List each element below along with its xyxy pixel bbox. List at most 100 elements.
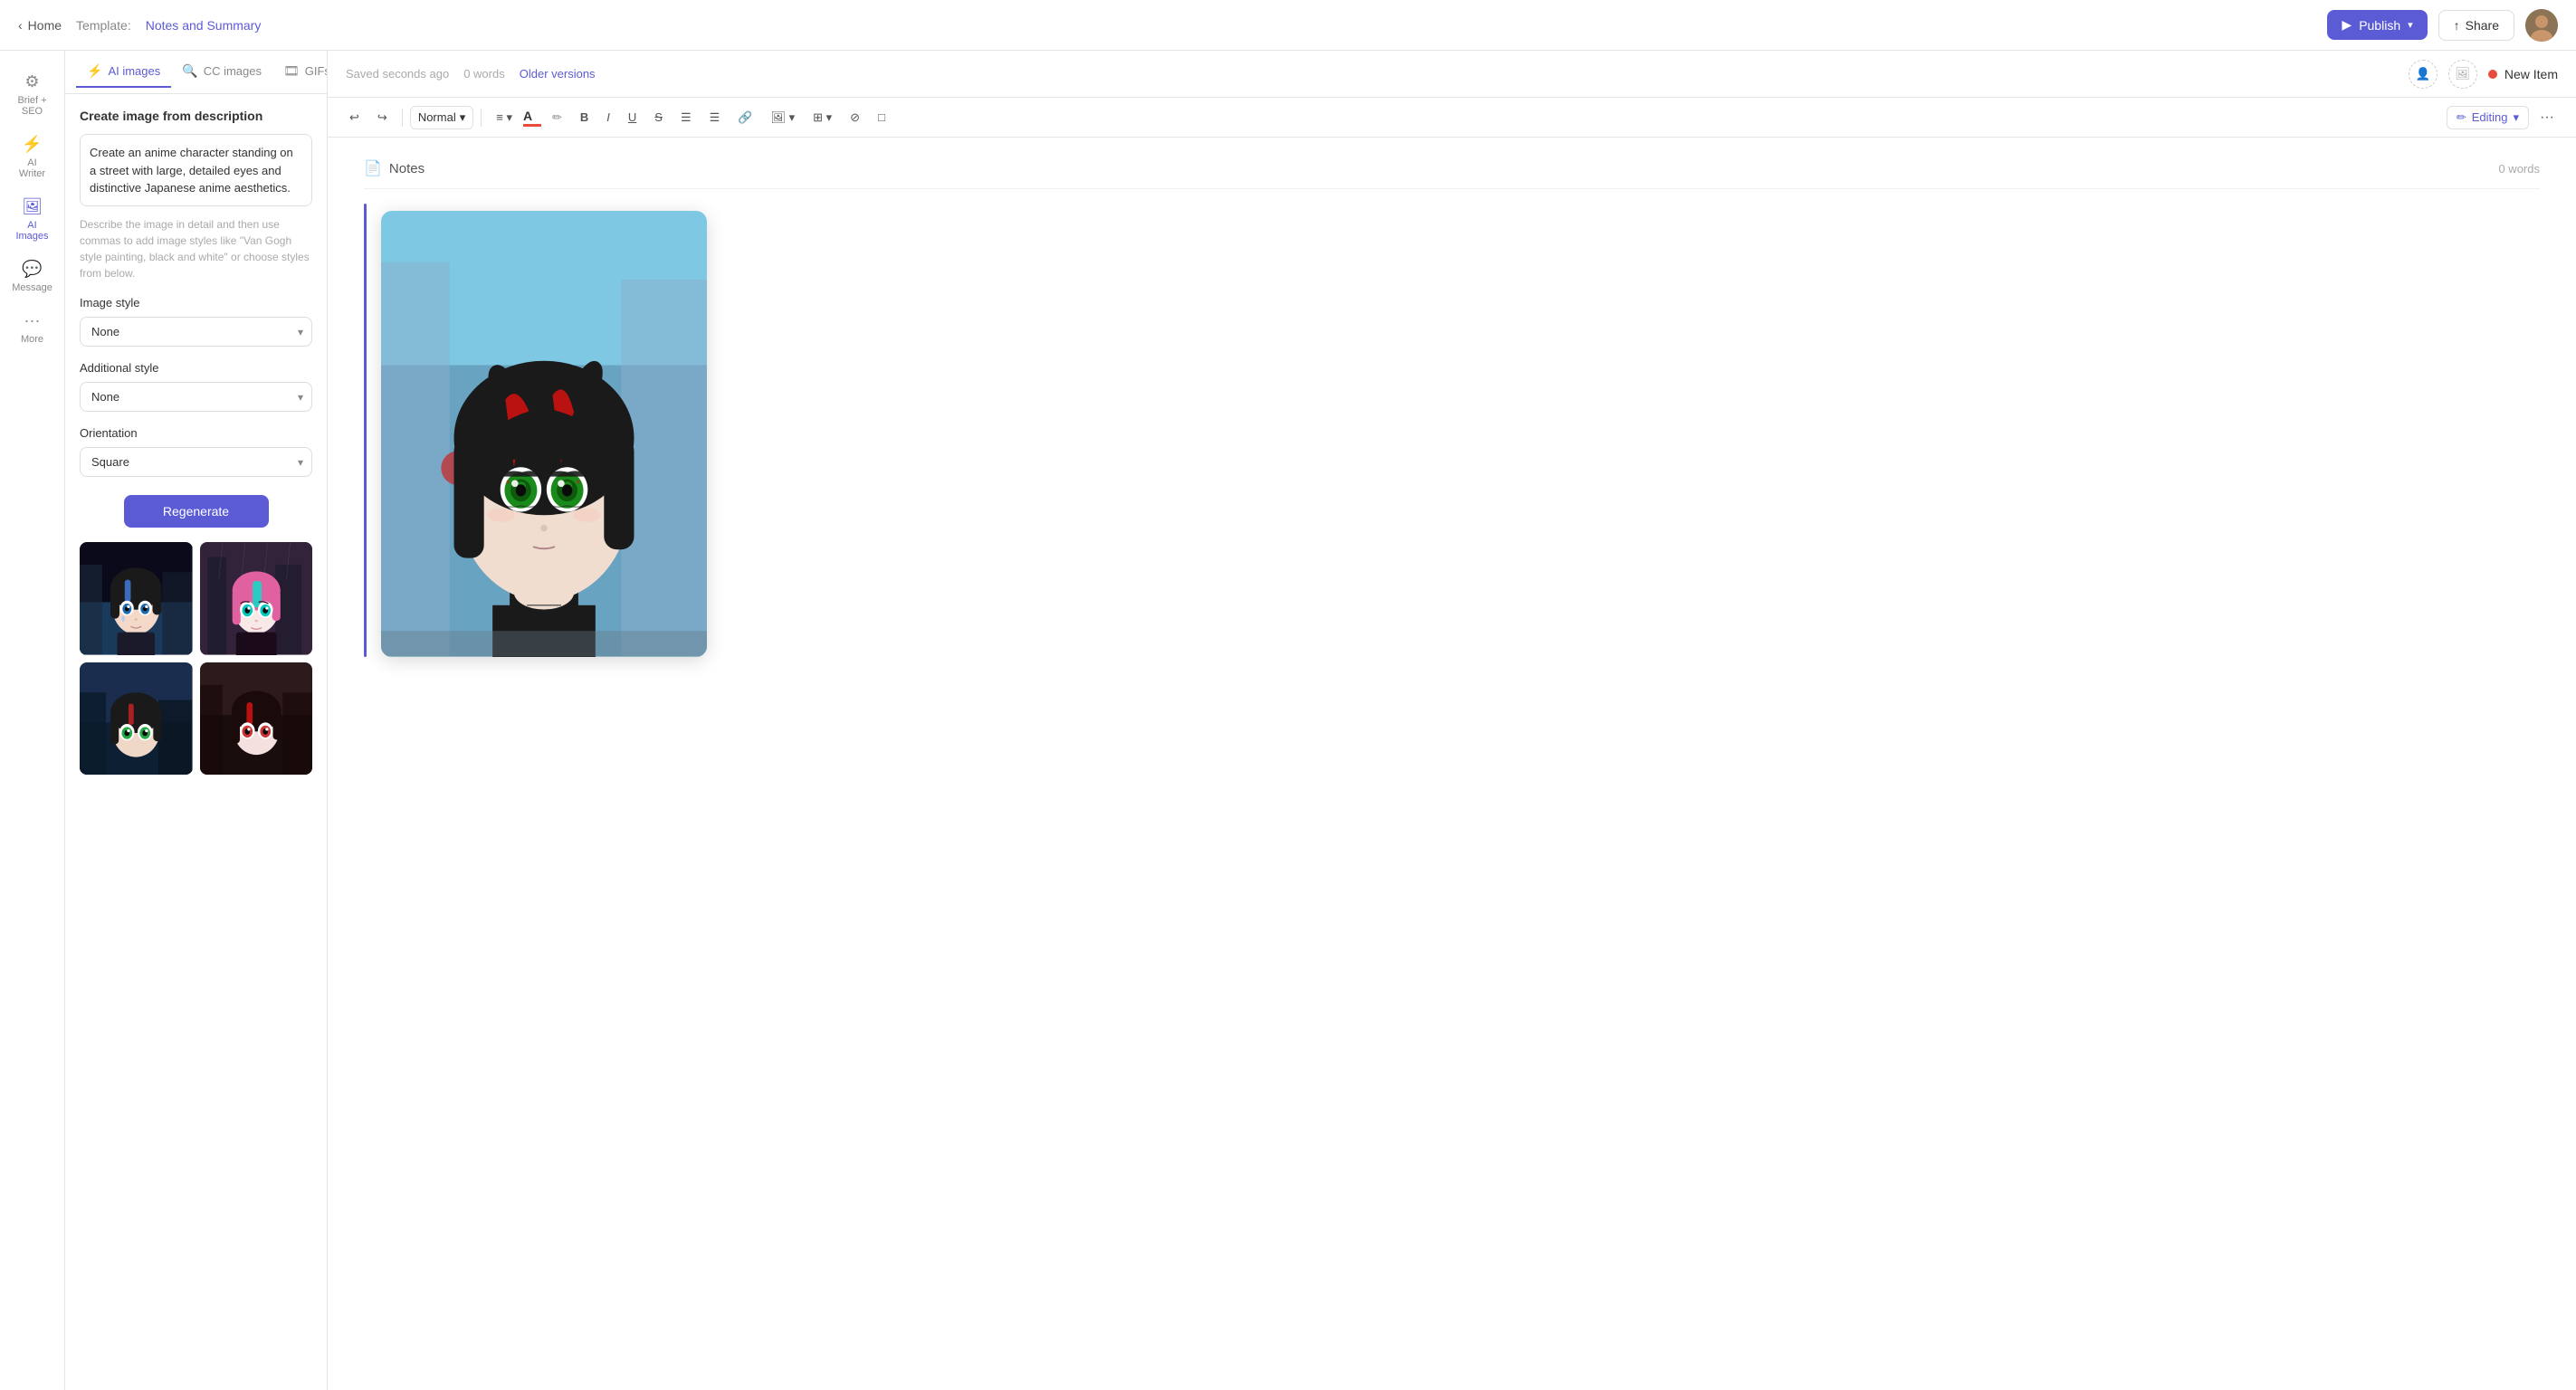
undo-button[interactable]: ↩ — [342, 107, 367, 129]
image-insert-button[interactable]: 🖼 ▾ — [763, 107, 802, 129]
orientation-selector[interactable]: Square Landscape Portrait ▾ — [80, 447, 312, 477]
tab-gifs[interactable]: 🎞 GIFs — [272, 56, 328, 88]
publish-icon: ▶ — [2342, 17, 2352, 33]
brief-seo-icon: ⚙ — [24, 72, 39, 91]
text-color-icon: A — [523, 109, 532, 123]
save-status: Saved seconds ago — [346, 67, 449, 81]
orientation-label: Orientation — [80, 426, 312, 440]
lightning-icon: ⚡ — [87, 63, 102, 79]
anime-image[interactable] — [381, 211, 707, 657]
editing-mode-selector[interactable]: ✏ Editing ▾ — [2447, 106, 2529, 129]
new-item-button[interactable]: New Item — [2488, 67, 2558, 81]
divider-2 — [481, 109, 482, 127]
share-button[interactable]: ↑ Share — [2438, 10, 2514, 41]
thumbnail-3[interactable] — [80, 662, 193, 776]
highlight-button[interactable]: ✏ — [545, 107, 569, 129]
underline-button[interactable]: U — [621, 107, 644, 128]
new-item-dot — [2488, 70, 2497, 79]
tab-cc-images[interactable]: 🔍 CC images — [171, 56, 272, 88]
image-action-button[interactable]: 🖼 — [2448, 60, 2477, 89]
extra-button[interactable]: □ — [871, 107, 892, 128]
editor-topbar: Saved seconds ago 0 words Older versions… — [328, 51, 2576, 98]
image-style-label: Image style — [80, 296, 312, 309]
clear-format-button[interactable]: ⊘ — [843, 107, 867, 129]
sidebar-item-more[interactable]: ··· More — [4, 304, 62, 352]
editor-area: Saved seconds ago 0 words Older versions… — [328, 51, 2576, 1390]
prompt-input[interactable]: Create an anime character standing on a … — [80, 134, 312, 206]
sidebar-label-more: More — [21, 334, 43, 345]
image-style-select[interactable]: None Realistic Cartoon Anime Oil Paintin… — [80, 317, 312, 347]
pencil-icon: ✏ — [2457, 110, 2466, 125]
doc-title: Notes — [389, 161, 425, 176]
home-link[interactable]: ‹ Home — [18, 18, 62, 33]
editor-content[interactable]: 📄 Notes 0 words — [328, 138, 2576, 1390]
content-area — [364, 204, 2540, 657]
sidebar-label-ai-images: AI Images — [14, 220, 51, 242]
share-label: Share — [2466, 18, 2499, 33]
thumbnail-4[interactable] — [200, 662, 313, 776]
more-options-button[interactable]: ··· — [2533, 106, 2562, 129]
publish-button[interactable]: ▶ Publish ▾ — [2327, 10, 2427, 40]
additional-style-label: Additional style — [80, 361, 312, 375]
numbered-list-button[interactable]: ☰ — [702, 107, 728, 129]
thumbnail-1[interactable] — [80, 542, 193, 655]
top-bar-left: ‹ Home Template: Notes and Summary — [18, 18, 261, 33]
doc-title-bar: 📄 Notes 0 words — [364, 159, 2540, 189]
format-toolbar: ↩ ↪ Normal ▾ ≡ ▾ A ✏ B I U S ☰ ☰ 🔗 🖼 ▾ ⊞… — [328, 98, 2576, 138]
message-icon: 💬 — [22, 260, 42, 279]
link-button[interactable]: 🔗 — [730, 107, 759, 129]
bullet-list-button[interactable]: ☰ — [673, 107, 699, 129]
style-selector-value: Normal — [418, 110, 456, 124]
tab-gifs-label: GIFs — [305, 64, 328, 78]
sidebar-item-ai-images[interactable]: 🖼 AI Images — [4, 190, 62, 249]
publish-label: Publish — [2359, 18, 2400, 33]
strikethrough-button[interactable]: S — [647, 107, 670, 128]
panel-content: Create image from description Create an … — [65, 94, 327, 1390]
tab-ai-images[interactable]: ⚡ AI images — [76, 56, 171, 88]
regenerate-button[interactable]: Regenerate — [124, 495, 269, 528]
search-icon: 🔍 — [182, 63, 197, 79]
word-count: 0 words — [463, 67, 505, 81]
table-button[interactable]: ⊞ ▾ — [806, 107, 839, 129]
italic-label: I — [606, 110, 610, 124]
doc-word-count: 0 words — [2498, 162, 2540, 176]
editing-chevron-icon: ▾ — [2513, 110, 2519, 125]
left-panel: ⚡ AI images 🔍 CC images 🎞 GIFs ‹ Create … — [65, 51, 328, 1390]
text-color-button[interactable]: A — [523, 109, 541, 127]
notes-icon: 📄 — [364, 159, 382, 177]
avatar[interactable] — [2525, 9, 2558, 42]
older-versions-link[interactable]: Older versions — [520, 67, 596, 81]
editor-actions: 👤 🖼 New Item — [2409, 60, 2558, 89]
bold-button[interactable]: B — [573, 107, 596, 128]
sidebar-item-brief-seo[interactable]: ⚙ Brief + SEO — [4, 65, 62, 124]
add-collaborator-button[interactable]: 👤 — [2409, 60, 2438, 89]
color-bar — [523, 124, 541, 127]
underline-label: U — [628, 110, 636, 124]
image-style-selector[interactable]: None Realistic Cartoon Anime Oil Paintin… — [80, 317, 312, 347]
additional-style-select[interactable]: None Dark Bright Vintage Futuristic — [80, 382, 312, 412]
align-button[interactable]: ≡ ▾ — [489, 107, 520, 129]
style-chevron-icon: ▾ — [460, 110, 466, 125]
create-image-title: Create image from description — [80, 109, 312, 123]
gif-icon: 🎞 — [283, 63, 300, 79]
style-selector[interactable]: Normal ▾ — [410, 106, 473, 129]
sidebar-item-ai-writer[interactable]: ⚡ AI Writer — [4, 128, 62, 186]
template-name[interactable]: Notes and Summary — [146, 18, 262, 33]
sidebar-item-message[interactable]: 💬 Message — [4, 252, 62, 300]
additional-style-selector[interactable]: None Dark Bright Vintage Futuristic ▾ — [80, 382, 312, 412]
redo-button[interactable]: ↪ — [370, 107, 395, 129]
bold-label: B — [580, 110, 588, 124]
image-icon: 🖼 — [2455, 67, 2470, 81]
main-layout: ⚙ Brief + SEO ⚡ AI Writer 🖼 AI Images 💬 … — [0, 51, 2576, 1390]
editor-meta: Saved seconds ago 0 words Older versions — [346, 67, 596, 81]
orientation-select[interactable]: Square Landscape Portrait — [80, 447, 312, 477]
thumbnail-grid — [80, 542, 312, 775]
strikethrough-label: S — [654, 110, 663, 124]
italic-button[interactable]: I — [599, 107, 617, 128]
accent-bar — [364, 204, 367, 657]
ai-images-icon: 🖼 — [22, 197, 43, 216]
sidebar-label-message: Message — [12, 282, 52, 293]
thumbnail-2[interactable] — [200, 542, 313, 655]
tab-cc-images-label: CC images — [204, 64, 262, 78]
home-label: Home — [28, 18, 62, 33]
